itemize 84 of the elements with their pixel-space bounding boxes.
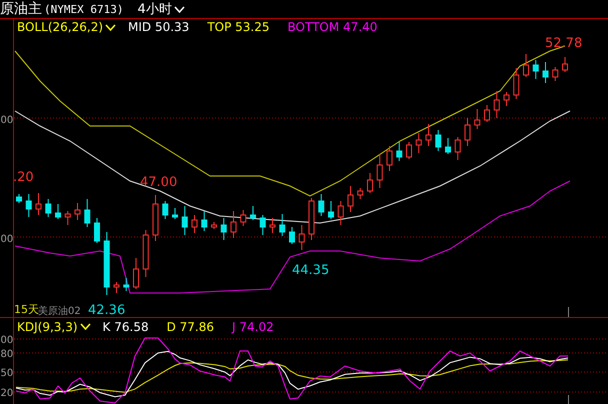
axis-label: 50 (0, 368, 14, 379)
candlestick (64, 210, 71, 226)
candlestick (201, 210, 208, 232)
axis-label: 20 (0, 388, 14, 399)
candlestick (308, 198, 314, 240)
indicator-dropdown[interactable]: KDJ(9,3,3) (17, 320, 91, 334)
caret-icon (174, 6, 185, 12)
candlestick (445, 138, 451, 154)
candlestick (348, 186, 354, 212)
candlestick (504, 92, 510, 106)
candlestick (298, 224, 305, 250)
candlestick (260, 214, 266, 236)
price-label: 47.00 (140, 175, 178, 190)
candlestick (36, 192, 42, 216)
candlestick (230, 210, 236, 238)
instrument-code: (NYMEX 6713) (44, 2, 124, 16)
period-label: 15天 (14, 303, 39, 316)
caret-icon (105, 24, 116, 30)
indicator-value: BOTTOM 47.40 (288, 20, 378, 34)
price-label: 44.35 (292, 263, 330, 278)
candlestick (513, 68, 520, 100)
candlestick (182, 206, 188, 236)
candlestick (562, 56, 568, 72)
candlestick (26, 194, 32, 218)
candlestick (123, 278, 130, 292)
candlestick (552, 66, 558, 82)
axis-label: 80 (0, 349, 14, 360)
candlestick (104, 232, 110, 296)
candlestick (318, 194, 324, 216)
candlestick (45, 198, 52, 218)
instrument-title: 原油主 (0, 0, 42, 18)
candlestick (376, 154, 383, 188)
candlestick (494, 90, 500, 118)
candlestick (367, 172, 373, 194)
candlestick (172, 208, 178, 220)
candlestick (279, 214, 286, 236)
candlestick (454, 136, 461, 160)
candlestick (94, 218, 100, 244)
candlestick (386, 146, 392, 172)
period-dropdown[interactable]: 4小时 (137, 0, 185, 18)
candlestick (162, 200, 168, 220)
candlestick (435, 130, 442, 152)
axis-label: 00 (0, 234, 14, 245)
candlestick (328, 200, 334, 220)
candlestick (192, 214, 198, 234)
candlestick (211, 222, 217, 230)
candlestick (426, 124, 432, 146)
candlestick (542, 62, 548, 84)
axis-label: 00 (0, 335, 14, 346)
axis-label: 00 (0, 115, 14, 126)
candlestick (133, 258, 139, 290)
indicator-value: MID 50.33 (128, 20, 190, 34)
candlestick (55, 204, 61, 220)
candlestick (289, 226, 295, 244)
candlestick (464, 118, 470, 146)
price-label: 42.36 (88, 303, 126, 317)
candlestick (152, 194, 158, 242)
caret-icon (80, 323, 91, 330)
candlestick (484, 104, 490, 122)
price-label: .20 (13, 170, 34, 185)
candlestick (474, 108, 480, 130)
indicator-dropdown[interactable]: BOLL(26,26,2) (17, 20, 116, 34)
candlestick (416, 132, 422, 154)
candlestick (523, 54, 529, 78)
candlestick (114, 282, 120, 294)
candlestick (142, 230, 149, 278)
candlestick (250, 206, 256, 220)
candlestick (220, 218, 227, 240)
price-label: 52.78 (545, 36, 582, 51)
candlestick (532, 60, 539, 80)
candlestick (16, 194, 22, 204)
indicator-value: D 77.86 (166, 320, 214, 334)
candlestick (74, 202, 80, 220)
candlestick (338, 200, 344, 226)
candlestick (396, 142, 402, 162)
candlestick (240, 210, 246, 226)
contract-label: 美原油02 (38, 306, 81, 317)
candlestick (84, 198, 90, 228)
indicator-value: TOP 53.25 (207, 20, 270, 34)
candlestick (357, 188, 364, 200)
indicator-value: K 76.58 (102, 320, 149, 334)
candlestick (406, 142, 412, 160)
indicator-value: J 74.02 (232, 320, 274, 334)
candlestick (270, 218, 276, 234)
